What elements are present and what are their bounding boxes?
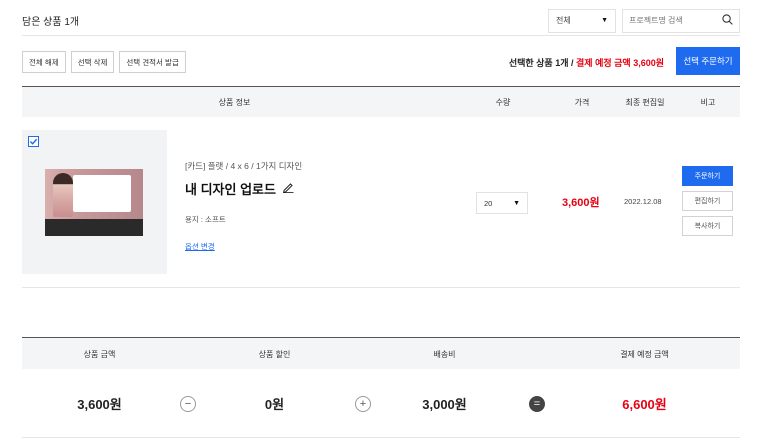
thumbnail-area xyxy=(22,130,167,274)
item-paper: 용지 : 소프트 xyxy=(185,215,226,224)
quantity-value: 20 xyxy=(484,198,493,208)
item-title-row: 내 디자인 업로드 xyxy=(185,179,302,198)
equals-icon: = xyxy=(529,396,545,412)
header-product-discount: 상품 할인 xyxy=(258,349,291,359)
total-payment-amount: 6,600원 xyxy=(622,397,667,412)
cart-header: 담은 상품 1개 전체 ▼ xyxy=(22,6,740,36)
filter-value: 전체 xyxy=(556,16,571,25)
cart-item-row: [카드] 플랫 / 4 x 6 / 1가지 디자인 내 디자인 업로드 용지 :… xyxy=(22,118,740,288)
option-change-link[interactable]: 옵션 변경 xyxy=(185,241,215,252)
totals-header: 상품 금액 상품 할인 배송비 결제 예정 금액 xyxy=(22,337,740,369)
order-button[interactable]: 주문하기 xyxy=(682,166,733,186)
triangle-down-icon: ▼ xyxy=(513,199,520,207)
thumbnail-figure xyxy=(53,173,73,217)
total-product-discount: 0원 xyxy=(264,397,285,412)
header-price: 가격 xyxy=(574,98,590,107)
item-checkbox[interactable] xyxy=(28,136,39,147)
search-input[interactable] xyxy=(629,16,719,25)
header-controls: 전체 ▼ xyxy=(548,8,740,33)
totals-row: 3,600원 − 0원 + 3,000원 = 6,600원 xyxy=(22,369,740,438)
quantity-dropdown[interactable]: 20 ▼ xyxy=(476,192,528,214)
check-icon xyxy=(29,138,38,145)
delete-selected-button[interactable]: 선택 삭제 xyxy=(70,51,115,73)
header-note: 비고 xyxy=(700,98,716,107)
header-quantity: 수량 xyxy=(495,98,511,107)
copy-button[interactable]: 복사하기 xyxy=(682,216,733,236)
thumbnail-card xyxy=(73,175,131,212)
search-box xyxy=(622,8,740,33)
summary-prefix: 선택한 상품 1개 / xyxy=(508,57,577,68)
minus-icon: − xyxy=(180,396,196,412)
edit-button[interactable]: 편집하기 xyxy=(682,191,733,211)
triangle-down-icon: ▼ xyxy=(601,17,608,24)
selection-summary: 선택한 상품 1개 / 결제 예정 금액 3,600원 xyxy=(509,56,664,69)
summary-amount: 결제 예정 금액 3,600원 xyxy=(576,57,664,68)
pencil-icon[interactable] xyxy=(282,181,294,196)
header-product-info: 상품 정보 xyxy=(218,98,251,107)
total-shipping: 3,000원 xyxy=(422,397,467,412)
item-price: 3,600원 xyxy=(562,197,600,209)
search-icon[interactable] xyxy=(722,14,733,27)
quote-selected-button[interactable]: 선택 견적서 발급 xyxy=(119,51,186,73)
header-shipping: 배송비 xyxy=(433,349,456,359)
header-last-edited: 최종 편집일 xyxy=(625,98,665,107)
deselect-all-button[interactable]: 전체 해제 xyxy=(22,51,66,73)
header-product-amount: 상품 금액 xyxy=(83,349,116,359)
item-title: 내 디자인 업로드 xyxy=(185,182,276,197)
total-product-amount: 3,600원 xyxy=(77,397,122,412)
cart-count-label: 담은 상품 1개 xyxy=(22,17,80,28)
action-bar: 전체 해제 선택 삭제 선택 견적서 발급 선택한 상품 1개 / 결제 예정 … xyxy=(22,46,740,75)
product-thumbnail[interactable] xyxy=(45,169,143,236)
order-selected-button[interactable]: 선택 주문하기 xyxy=(676,46,740,75)
table-header: 상품 정보 수량 가격 최종 편집일 비고 xyxy=(22,86,740,117)
item-category: [카드] 플랫 / 4 x 6 / 1가지 디자인 xyxy=(185,161,303,171)
item-actions: 주문하기 편집하기 복사하기 xyxy=(682,166,733,236)
item-edit-date: 2022.12.08 xyxy=(624,197,662,206)
item-info: [카드] 플랫 / 4 x 6 / 1가지 디자인 내 디자인 업로드 용지 :… xyxy=(185,160,302,252)
filter-dropdown[interactable]: 전체 ▼ xyxy=(548,8,616,33)
header-payment-amount: 결제 예정 금액 xyxy=(620,349,669,359)
